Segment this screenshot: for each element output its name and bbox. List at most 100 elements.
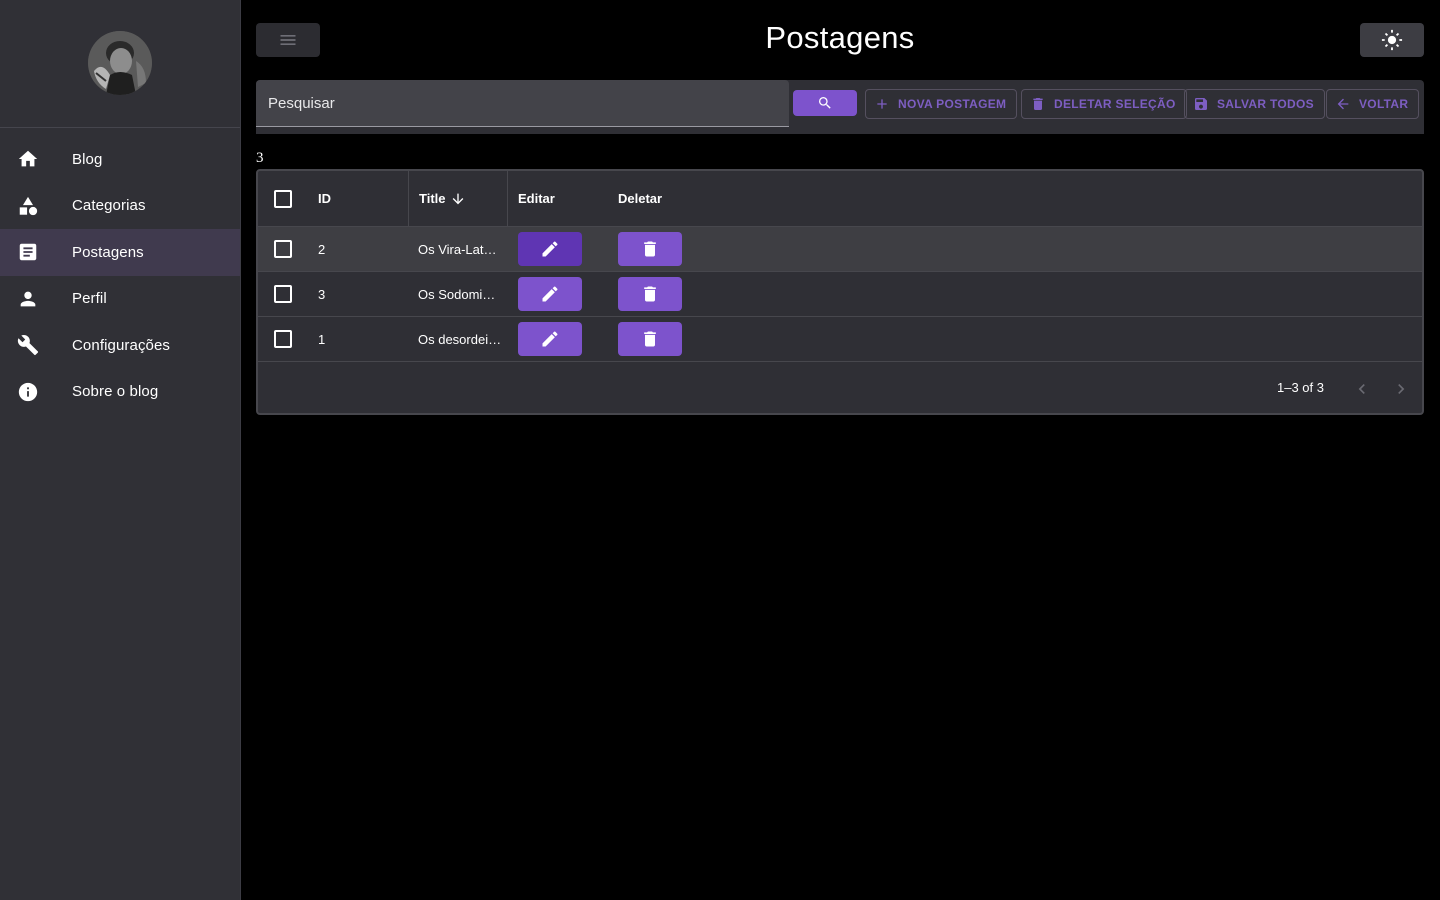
avatar[interactable]: [88, 31, 152, 95]
delete-selection-label: DELETAR SELEÇÃO: [1054, 97, 1176, 111]
sidebar-item-label: Perfil: [72, 290, 107, 308]
search-field: [256, 80, 789, 127]
column-header-edit[interactable]: Editar: [518, 171, 618, 226]
title-value: Os Vira-Lat…: [418, 241, 497, 257]
sidebar-item-categorias[interactable]: Categorias: [0, 183, 240, 230]
column-header-label: Editar: [518, 191, 555, 206]
id-cell: 1: [318, 317, 408, 361]
arrow-left-icon: [1337, 98, 1349, 110]
column-header-title[interactable]: Title: [408, 171, 508, 226]
wrench-icon: [16, 333, 40, 357]
sort-arrow-down-icon[interactable]: [450, 191, 466, 207]
edit-cell: [518, 317, 618, 361]
plus-icon: [877, 99, 887, 109]
page-title: Postagens: [765, 20, 915, 55]
save-icon: [1195, 98, 1207, 110]
sidebar-item-label: Blog: [72, 150, 103, 168]
sidebar-item-postagens[interactable]: Postagens: [0, 229, 240, 276]
trash-icon: [1033, 98, 1043, 110]
save-all-button[interactable]: SALVAR TODOS: [1184, 89, 1325, 119]
sidebar-item-label: Sobre o blog: [72, 383, 159, 401]
title-cell: Os Sodomi…: [408, 272, 508, 316]
column-header-label: Deletar: [618, 191, 663, 206]
id-value: 1: [318, 331, 326, 347]
new-post-button[interactable]: NOVA POSTAGEM: [865, 89, 1018, 119]
posts-table: ID Title Editar Deletar 2 Os Vira-Lat… 3…: [256, 169, 1424, 415]
sidebar-item-label: Configurações: [72, 336, 171, 354]
column-header-id[interactable]: ID: [318, 171, 408, 226]
edit-button[interactable]: [518, 277, 582, 311]
row-select-cell: [258, 272, 308, 316]
row-select-cell: [258, 227, 308, 271]
delete-selection-button[interactable]: DELETAR SELEÇÃO: [1021, 89, 1187, 119]
id-value: 2: [318, 241, 326, 257]
column-header-delete[interactable]: Deletar: [618, 171, 718, 226]
edit-button[interactable]: [518, 232, 582, 266]
table-row[interactable]: 2 Os Vira-Lat…: [258, 227, 1422, 272]
article-icon: [16, 240, 40, 264]
new-post-label: NOVA POSTAGEM: [898, 97, 1007, 111]
sidebar-item-sobre[interactable]: Sobre o blog: [0, 369, 240, 416]
delete-cell: [618, 317, 718, 361]
select-all-checkbox[interactable]: [274, 189, 292, 208]
sidebar: Blog Categorias Postagens Perfil Configu…: [0, 0, 241, 900]
trash-icon: [644, 286, 656, 302]
delete-button[interactable]: [618, 232, 682, 266]
column-header-label: ID: [318, 191, 331, 206]
table-row[interactable]: 1 Os desordei…: [258, 317, 1422, 362]
back-label: VOLTAR: [1359, 97, 1409, 111]
column-header-label: Title: [419, 191, 446, 206]
theme-toggle-button[interactable]: [1360, 23, 1424, 57]
avatar-section: [0, 0, 240, 128]
edit-button[interactable]: [518, 322, 582, 356]
delete-button[interactable]: [618, 277, 682, 311]
pencil-icon: [542, 286, 558, 302]
row-checkbox[interactable]: [274, 330, 292, 348]
delete-button[interactable]: [618, 322, 682, 356]
menu-button[interactable]: [256, 23, 320, 57]
person-icon: [16, 287, 40, 311]
id-cell: 2: [318, 227, 408, 271]
edit-cell: [518, 272, 618, 316]
table-row[interactable]: 3 Os Sodomi…: [258, 272, 1422, 317]
pencil-icon: [542, 331, 558, 347]
next-page-button[interactable]: [1389, 377, 1413, 401]
title-cell: Os desordei…: [408, 317, 508, 361]
pencil-icon: [542, 241, 558, 257]
sidebar-nav: Blog Categorias Postagens Perfil Configu…: [0, 128, 240, 415]
search-icon: [819, 97, 831, 109]
chevron-left-icon: [1358, 384, 1365, 394]
id-cell: 3: [318, 272, 408, 316]
select-all-cell: [258, 171, 308, 226]
search-input[interactable]: [256, 80, 789, 126]
id-value: 3: [318, 286, 326, 302]
pagination-label: 1–3 of 3: [1277, 380, 1324, 395]
post-count: 3: [256, 150, 264, 166]
title-cell: Os Vira-Lat…: [408, 227, 508, 271]
table-footer: 1–3 of 3: [258, 363, 1422, 413]
sidebar-item-perfil[interactable]: Perfil: [0, 276, 240, 323]
trash-icon: [644, 331, 656, 347]
row-select-cell: [258, 317, 308, 361]
row-checkbox[interactable]: [274, 240, 292, 258]
delete-cell: [618, 272, 718, 316]
previous-page-button[interactable]: [1350, 377, 1374, 401]
menu-icon: [280, 35, 296, 45]
sidebar-item-label: Postagens: [72, 243, 144, 261]
edit-cell: [518, 227, 618, 271]
trash-icon: [644, 241, 656, 257]
sidebar-item-label: Categorias: [72, 197, 146, 215]
row-checkbox[interactable]: [274, 285, 292, 303]
sidebar-item-configuracoes[interactable]: Configurações: [0, 322, 240, 369]
toolbar: NOVA POSTAGEM DELETAR SELEÇÃO SALVAR TOD…: [256, 80, 1424, 134]
back-button[interactable]: VOLTAR: [1326, 89, 1420, 119]
delete-cell: [618, 227, 718, 271]
home-icon: [16, 147, 40, 171]
title-value: Os desordei…: [418, 331, 502, 347]
info-icon: [16, 380, 40, 404]
category-icon: [16, 194, 40, 218]
title-value: Os Sodomi…: [418, 286, 496, 302]
chevron-right-icon: [1398, 384, 1405, 394]
search-button[interactable]: [793, 90, 857, 116]
sidebar-item-blog[interactable]: Blog: [0, 136, 240, 183]
